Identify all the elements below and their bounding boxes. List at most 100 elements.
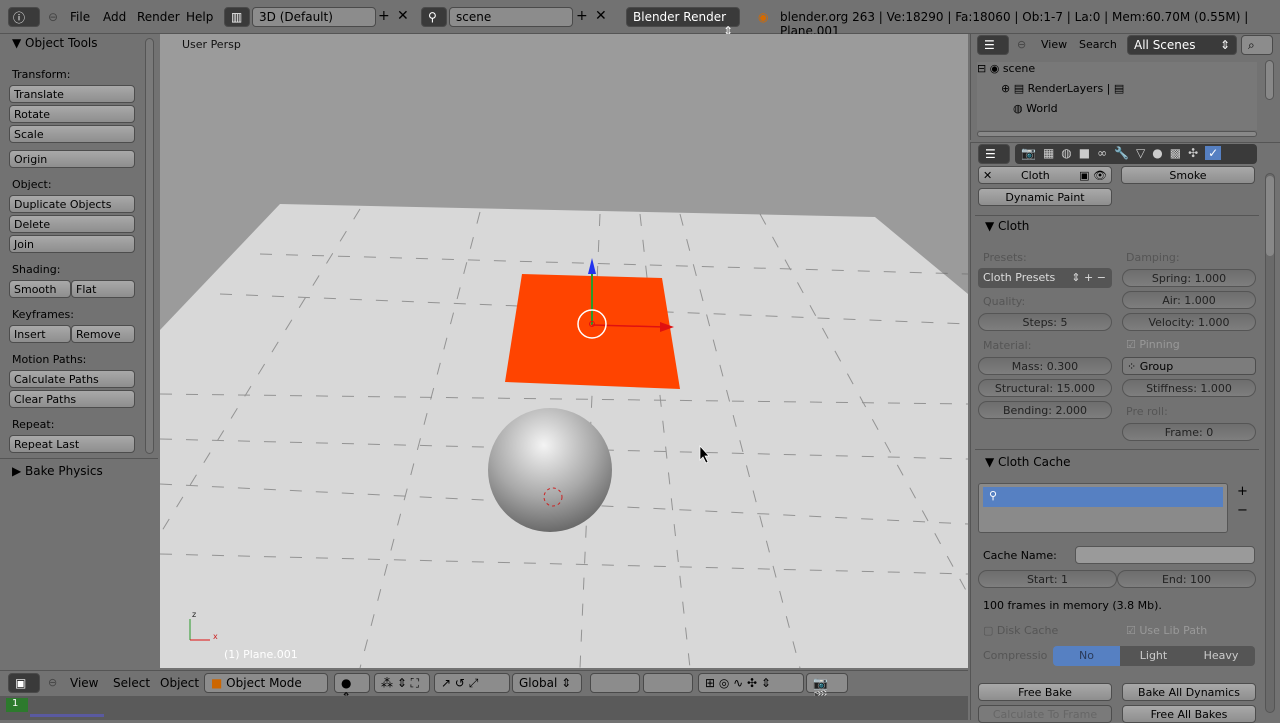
outliner-item-scene[interactable]: ⊟ ◉ scene: [977, 62, 1035, 75]
add-cache-icon[interactable]: +: [1237, 484, 1248, 499]
properties-scrollbar[interactable]: [1265, 173, 1275, 713]
pinning-checkbox[interactable]: ☑ Pinning: [1126, 338, 1180, 351]
remove-scene-icon[interactable]: ✕: [595, 8, 607, 24]
origin-button[interactable]: Origin: [9, 150, 135, 168]
cache-name-input[interactable]: [1075, 546, 1255, 564]
menu-object[interactable]: Object: [160, 676, 199, 690]
collapse-menu-icon[interactable]: ⊖: [48, 676, 57, 689]
outliner-scrollbar[interactable]: [1265, 60, 1274, 100]
remove-cache-icon[interactable]: −: [1237, 503, 1248, 518]
insert-keyframe-button[interactable]: Insert: [9, 325, 71, 343]
tool-shelf-scrollbar[interactable]: [145, 38, 154, 454]
flat-button[interactable]: Flat: [71, 280, 135, 298]
cloth-modifier-button[interactable]: ✕ Cloth ▣ 👁: [978, 166, 1112, 184]
mode-select[interactable]: ■ Object Mode: [204, 673, 328, 693]
outliner-hscrollbar[interactable]: [977, 131, 1257, 137]
orientation-select[interactable]: Global ⇕: [512, 673, 582, 693]
bake-all-dynamics-button[interactable]: Bake All Dynamics: [1122, 683, 1256, 701]
mass-field[interactable]: Mass: 0.300: [978, 357, 1112, 375]
use-lib-path-checkbox[interactable]: ☑ Use Lib Path: [1126, 624, 1207, 637]
duplicate-objects-button[interactable]: Duplicate Objects: [9, 195, 135, 213]
render-engine-select[interactable]: Blender Render ⇕: [626, 7, 740, 38]
rotate-button[interactable]: Rotate: [9, 105, 135, 123]
steps-field[interactable]: Steps: 5: [978, 313, 1112, 331]
outliner-menu-view[interactable]: View: [1041, 38, 1067, 51]
menu-add[interactable]: Add: [103, 10, 126, 24]
cache-list-item[interactable]: ⚲: [983, 487, 1223, 507]
outliner-menu-search[interactable]: Search: [1079, 38, 1117, 51]
render-eye-icons[interactable]: ▣ 👁: [1079, 169, 1107, 182]
calculate-paths-button[interactable]: Calculate Paths: [9, 370, 135, 388]
timeline-scroll[interactable]: [30, 714, 104, 717]
menu-select[interactable]: Select: [113, 676, 150, 690]
cache-list[interactable]: ⚲: [978, 483, 1228, 533]
layer-buttons-2[interactable]: [643, 673, 693, 693]
outliner-filter-select[interactable]: All Scenes ⇕: [1127, 35, 1237, 55]
layer-buttons-1[interactable]: [590, 673, 640, 693]
preroll-frame-field[interactable]: Frame: 0: [1122, 423, 1256, 441]
scene-icon[interactable]: ⚲: [421, 7, 447, 27]
add-scene-icon[interactable]: +: [576, 8, 588, 24]
free-bake-button[interactable]: Free Bake: [978, 683, 1112, 701]
collapse-menu-icon[interactable]: ⊖: [1017, 38, 1026, 51]
object-tools-header[interactable]: ▼ Object Tools: [12, 36, 98, 50]
render-buttons[interactable]: 📷 🎬: [806, 673, 848, 704]
join-button[interactable]: Join: [9, 235, 135, 253]
cloth-panel-header[interactable]: ▼ Cloth: [985, 219, 1029, 233]
snap-proportional-tools[interactable]: ⊞ ◎ ∿ ✣ ⇕: [698, 673, 804, 693]
scene-field[interactable]: scene: [449, 7, 573, 27]
velocity-field[interactable]: Velocity: 1.000: [1122, 313, 1256, 331]
calculate-to-frame-button[interactable]: Calculate To Frame: [978, 705, 1112, 723]
menu-help[interactable]: Help: [186, 10, 213, 24]
smooth-button[interactable]: Smooth: [9, 280, 71, 298]
cloth-cache-header[interactable]: ▼ Cloth Cache: [985, 455, 1071, 469]
dynamic-paint-button[interactable]: Dynamic Paint: [978, 188, 1112, 206]
stiffness-field[interactable]: Stiffness: 1.000: [1122, 379, 1256, 397]
properties-context-tabs[interactable]: 📷▦◍■∞🔧▽●▩✣ ✓: [1015, 144, 1257, 164]
delete-button[interactable]: Delete: [9, 215, 135, 233]
bake-physics-header[interactable]: ▶ Bake Physics: [12, 464, 103, 478]
spring-field[interactable]: Spring: 1.000: [1122, 269, 1256, 287]
free-all-bakes-button[interactable]: Free All Bakes: [1122, 705, 1256, 723]
current-frame-marker[interactable]: 1: [6, 698, 28, 712]
air-field[interactable]: Air: 1.000: [1122, 291, 1256, 309]
add-screen-icon[interactable]: +: [378, 8, 390, 24]
timeline[interactable]: 1: [0, 696, 968, 720]
shading-select[interactable]: ● ⇕: [334, 673, 370, 704]
smoke-button[interactable]: Smoke: [1121, 166, 1255, 184]
repeat-last-button[interactable]: Repeat Last: [9, 435, 135, 453]
manipulator-toggles[interactable]: ↗ ↺ ⤢: [434, 673, 510, 693]
outliner-editor-type[interactable]: ☰: [977, 35, 1009, 55]
cache-end-field[interactable]: End: 100: [1117, 570, 1256, 588]
compression-light[interactable]: Light: [1120, 646, 1187, 666]
translate-button[interactable]: Translate: [9, 85, 135, 103]
compression-heavy[interactable]: Heavy: [1187, 646, 1255, 666]
info-editor-type-button[interactable]: ⓘ: [8, 7, 40, 27]
cache-start-field[interactable]: Start: 1: [978, 570, 1117, 588]
outliner-item-renderlayers[interactable]: ⊕ ▤ RenderLayers | ▤: [1001, 82, 1124, 95]
menu-view[interactable]: View: [70, 676, 98, 690]
menu-render[interactable]: Render: [137, 10, 180, 24]
editor-type-button[interactable]: ▣: [8, 673, 40, 693]
compression-no[interactable]: No: [1053, 646, 1120, 666]
menu-file[interactable]: File: [70, 10, 90, 24]
scale-button[interactable]: Scale: [9, 125, 135, 143]
pivot-select[interactable]: ⁂ ⇕ ⛶: [374, 673, 430, 693]
3d-viewport[interactable]: User Persp z x (1) Plane.001: [160, 34, 968, 668]
screen-layout-field[interactable]: 3D (Default): [252, 7, 376, 27]
pinning-group-field[interactable]: ⁘ Group: [1122, 357, 1256, 375]
remove-keyframe-button[interactable]: Remove: [71, 325, 135, 343]
structural-field[interactable]: Structural: 15.000: [978, 379, 1112, 397]
collapse-menu-icon[interactable]: ⊖: [48, 10, 58, 24]
properties-editor-type[interactable]: ☰: [978, 144, 1010, 164]
disk-cache-checkbox[interactable]: ▢ Disk Cache: [983, 624, 1058, 637]
remove-cloth-icon[interactable]: ✕: [983, 169, 992, 182]
physics-tab-icon[interactable]: ✓: [1205, 146, 1222, 160]
screen-layout-icon[interactable]: ▥: [224, 7, 250, 27]
outliner-search-icon[interactable]: ⌕: [1241, 35, 1273, 55]
properties-scroll-thumb[interactable]: [1266, 176, 1274, 256]
remove-screen-icon[interactable]: ✕: [397, 8, 409, 24]
cloth-presets-select[interactable]: Cloth Presets ⇕ + −: [978, 268, 1112, 288]
sphere-object[interactable]: [488, 408, 612, 532]
bending-field[interactable]: Bending: 2.000: [978, 401, 1112, 419]
